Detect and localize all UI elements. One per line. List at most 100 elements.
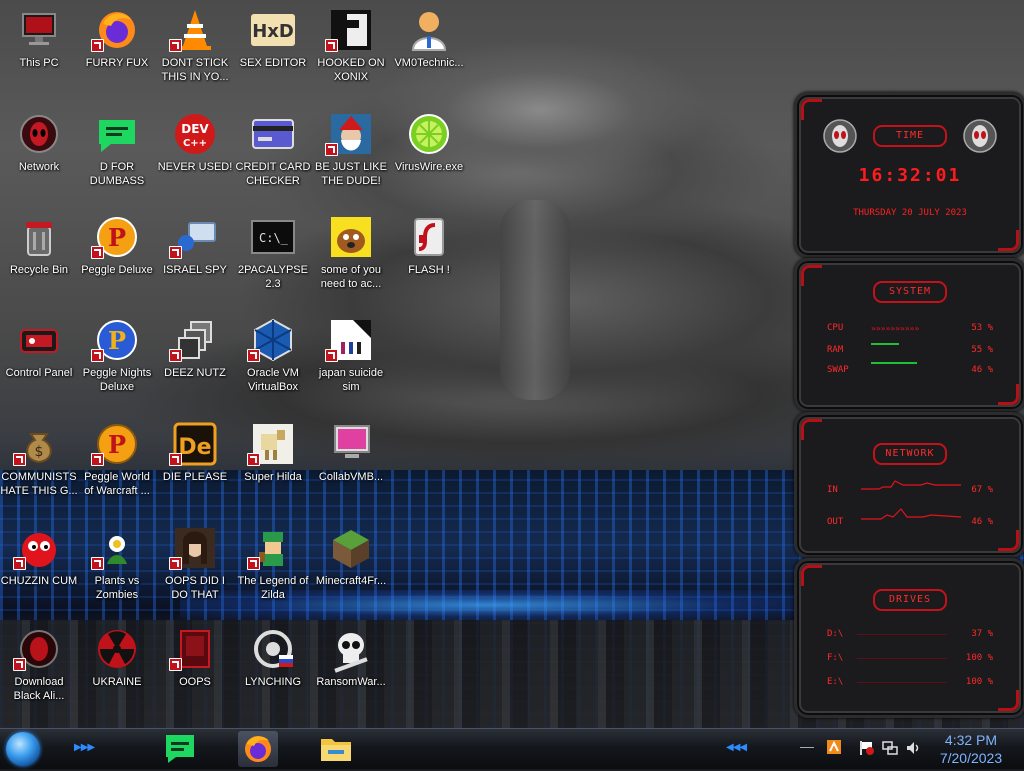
- desktop-icon-japan-suicide-sim[interactable]: japan suicide sim: [312, 316, 390, 394]
- money-bag-icon: $: [13, 420, 63, 468]
- desktop-icon-download-black-ali[interactable]: Download Black Ali...: [0, 625, 78, 703]
- desktop-icon-peggle-deluxe[interactable]: P Peggle Deluxe: [78, 213, 156, 277]
- desktop-icon-deez-nutz[interactable]: DEEZ NUTZ: [156, 316, 234, 380]
- desktop-icon-oops[interactable]: OOPS: [156, 625, 234, 689]
- monitor-pink-icon: [327, 420, 375, 468]
- desktop-icon-israel-spy[interactable]: ISRAEL SPY: [156, 213, 234, 277]
- ram-bar: [871, 343, 899, 345]
- desktop-icon-this-pc[interactable]: This PC: [0, 6, 78, 70]
- desktop-icon-communists[interactable]: $ COMMUNISTS HATE THIS G...: [0, 420, 78, 498]
- desktop-icon-2pacalypse[interactable]: C:\_ 2PACALYPSE 2.3: [234, 213, 312, 291]
- desktop-icon-oops-did-i[interactable]: OOPS DID I DO THAT: [156, 524, 234, 602]
- volume-icon[interactable]: [905, 740, 921, 760]
- taskbar-firefox[interactable]: [238, 731, 278, 767]
- security-flag-icon[interactable]: [858, 740, 874, 760]
- pixel-hero-icon: [247, 524, 297, 572]
- desktop-icon-ukraine[interactable]: UKRAINE: [78, 625, 156, 689]
- gadget-date: THURSDAY 20 JULY 2023: [853, 208, 967, 218]
- drive-f-row: F:\ 100 %: [827, 653, 993, 663]
- net-out-graph: [861, 508, 961, 520]
- desktop-icon-never-used[interactable]: DEV C++ NEVER USED!: [156, 110, 234, 174]
- drive-e-row: E:\ 100 %: [827, 677, 993, 687]
- system-gadget: SYSTEM CPU »»»»»»»»»» 53 % RAM 55 % SWAP…: [794, 258, 1024, 412]
- hxd-icon: HxD: [249, 6, 297, 54]
- svg-text:$: $: [35, 444, 44, 460]
- desktop-icon-credit-card-checker[interactable]: CREDIT CARD CHECKER: [234, 110, 312, 188]
- desktop-icon-peggle-nights[interactable]: P Peggle Nights Deluxe: [78, 316, 156, 394]
- svg-text:DEV: DEV: [181, 122, 209, 136]
- drives-gadget: DRIVES D:\ 37 % F:\ 100 % E:\ 100 %: [794, 558, 1024, 718]
- desktop-icon-chuzzin-cum[interactable]: CHUZZIN CUM: [0, 524, 78, 588]
- peggle-icon: P: [91, 213, 141, 261]
- system-clock[interactable]: 4:32 PM 7/20/2023: [930, 731, 1012, 767]
- desktop-icon-super-hilda[interactable]: Super Hilda: [234, 420, 312, 484]
- firefox-icon: [91, 6, 141, 54]
- desktop-icon-virtualbox[interactable]: Oracle VM VirtualBox: [234, 316, 312, 394]
- desktop-icon-minecraft[interactable]: Minecraft4Fr...: [312, 524, 390, 588]
- desktop-icon-recycle-bin[interactable]: Recycle Bin: [0, 213, 78, 277]
- net-in-row: IN 67 %: [827, 480, 993, 495]
- desktop-icon-lynching[interactable]: LYNCHING: [234, 625, 312, 689]
- dev-cpp-icon: DEV C++: [171, 110, 219, 158]
- system-title: SYSTEM: [873, 281, 947, 303]
- taskbar: ▶▶▶ ◀◀◀ 4:32 PM 7/20/2023: [0, 728, 1024, 769]
- folder-icon: [321, 739, 351, 761]
- xonix-icon: [325, 6, 375, 54]
- gadget-clock: 16:32:01: [858, 165, 962, 186]
- doctor-avatar-icon: [405, 6, 453, 54]
- desktop-icon-control-panel[interactable]: Control Panel: [0, 316, 78, 380]
- desktop-icon-d-for-dumbass[interactable]: D FOR DUMBASS: [78, 110, 156, 188]
- app-tray-icon[interactable]: [826, 739, 842, 759]
- desktop-icon-collabvm[interactable]: CollabVMB...: [312, 420, 390, 484]
- radiation-icon: [93, 625, 141, 673]
- remote-desktop-icon: [169, 213, 219, 261]
- taskbar-chat-app[interactable]: [160, 731, 200, 767]
- svg-text:P: P: [108, 430, 126, 459]
- time-title: TIME: [873, 125, 947, 147]
- net-out-row: OUT 46 %: [827, 508, 993, 527]
- svg-text:C:\_: C:\_: [259, 231, 289, 245]
- desktop-icon-network[interactable]: Network: [0, 110, 78, 174]
- alien-orb-icon: [13, 625, 63, 673]
- desktop-icon-sex-editor[interactable]: HxD SEX EDITOR: [234, 6, 312, 70]
- santa-icon: [325, 110, 375, 158]
- desktop-icon-legend-of-zilda[interactable]: The Legend of Zilda: [234, 524, 312, 602]
- svg-text:C++: C++: [183, 138, 207, 149]
- recycle-bin-icon: [15, 213, 63, 261]
- desktop-icon-furry-fux[interactable]: FURRY FUX: [78, 6, 156, 70]
- desktop-icon-vm0technic[interactable]: VM0Technic...: [390, 6, 468, 70]
- svg-text:P: P: [108, 223, 126, 252]
- start-button[interactable]: [6, 732, 40, 766]
- control-panel-icon: [15, 316, 63, 364]
- desktop-icon-hooked-on-xonix[interactable]: HOOKED ON XONIX: [312, 6, 390, 84]
- green-chat-icon: [166, 735, 194, 763]
- figures-icon: [325, 316, 375, 364]
- peggle-wow-icon: P: [91, 420, 141, 468]
- network-alien-icon: [15, 110, 63, 158]
- desktop-icon-peggle-wow[interactable]: P Peggle World of Warcraft ...: [78, 420, 156, 498]
- taskbar-file-explorer[interactable]: [316, 731, 356, 767]
- svg-text:De: De: [178, 435, 211, 460]
- desktop-icon-flash[interactable]: FLASH !: [390, 213, 468, 277]
- peggle-nights-icon: P: [91, 316, 141, 364]
- show-hidden-icons[interactable]: [800, 747, 814, 748]
- network-title: NETWORK: [873, 443, 947, 465]
- cartoon-dog-icon: [327, 213, 375, 261]
- desktop-icon-plants-vs-zombies[interactable]: Plants vs Zombies: [78, 524, 156, 602]
- skull-icon: [327, 625, 375, 673]
- ram-row: RAM 55 %: [827, 343, 993, 355]
- desktop-icon-viruswire[interactable]: VirusWire.exe: [390, 110, 468, 174]
- time-gadget: TIME 16:32:01 THURSDAY 20 JULY 2023: [794, 92, 1024, 258]
- lime-icon: [405, 110, 453, 158]
- desktop-icon-be-just-like-the-dude[interactable]: BE JUST LIKE THE DUDE!: [312, 110, 390, 188]
- mushroom-cloud-stem: [500, 200, 570, 400]
- net-in-graph: [861, 480, 961, 490]
- vlc-cone-icon: [169, 6, 219, 54]
- adobe-de-icon: De: [169, 420, 219, 468]
- desktop-icon-some-of-you[interactable]: some of you need to ac...: [312, 213, 390, 291]
- desktop-icon-ransomware[interactable]: RansomWar...: [312, 625, 390, 689]
- network-tray-icon[interactable]: [882, 740, 898, 760]
- ransom-emblem-icon: [249, 625, 297, 673]
- desktop-icon-die-please[interactable]: De DIE PLEASE: [156, 420, 234, 484]
- desktop-icon-dont-stick[interactable]: DONT STICK THIS IN YO...: [156, 6, 234, 84]
